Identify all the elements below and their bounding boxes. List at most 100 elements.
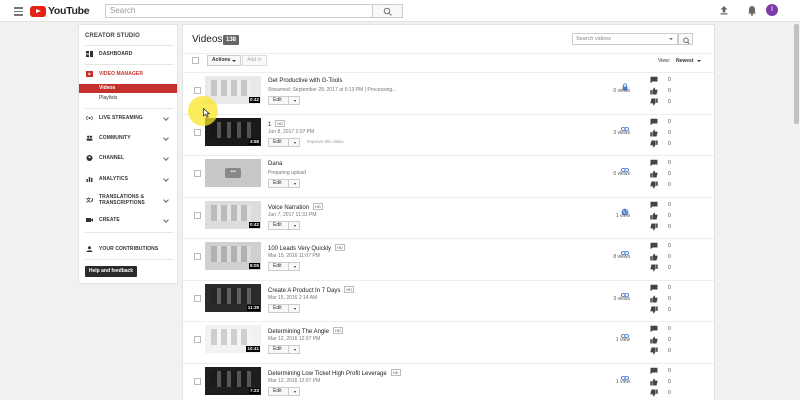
- video-checkbox[interactable]: [194, 170, 201, 177]
- edit-label: Edit: [273, 263, 282, 269]
- sidebar-subitem-videos[interactable]: Videos: [79, 84, 177, 93]
- video-checkbox[interactable]: [194, 128, 201, 136]
- search-icon: [383, 7, 392, 16]
- notifications-bell-icon[interactable]: [747, 5, 757, 16]
- privacy-status-icon[interactable]: [620, 327, 630, 338]
- video-title[interactable]: Voice Narration HD: [268, 202, 323, 211]
- privacy-status-icon[interactable]: [620, 286, 630, 297]
- privacy-status-icon[interactable]: [620, 244, 630, 255]
- chevron-down-icon[interactable]: [294, 224, 296, 227]
- sidebar-item-label: COMMUNITY: [99, 135, 131, 141]
- video-title[interactable]: Create A Product In 7 Days HD: [268, 285, 355, 294]
- video-thumbnail[interactable]: •••: [205, 159, 261, 187]
- edit-button[interactable]: Edit: [268, 262, 300, 271]
- video-title[interactable]: Get Productive with G-Tools: [268, 78, 342, 84]
- video-checkbox[interactable]: [194, 211, 201, 219]
- search-input[interactable]: Search: [105, 4, 373, 18]
- video-title[interactable]: 1 HD: [268, 119, 286, 128]
- chevron-down-icon[interactable]: [294, 100, 296, 102]
- sort-dropdown[interactable]: Newest: [676, 58, 701, 64]
- chevron-down-icon[interactable]: [294, 390, 296, 393]
- chevron-down-icon[interactable]: [294, 141, 296, 144]
- video-title-text[interactable]: 1: [268, 122, 271, 128]
- help-and-feedback-button[interactable]: Help and feedback: [85, 266, 137, 277]
- sidebar-item-translations[interactable]: 文A TRANSLATIONS & TRANSCRIPTIONS: [79, 192, 177, 208]
- sidebar-item-analytics[interactable]: ANALYTICS: [79, 173, 177, 185]
- chevron-down-icon[interactable]: [294, 266, 296, 268]
- divider: [183, 53, 714, 54]
- video-thumbnail[interactable]: 11:39: [205, 283, 261, 312]
- edit-button[interactable]: Edit: [268, 303, 300, 313]
- privacy-status-icon[interactable]: [620, 120, 630, 131]
- contributions-icon: [86, 246, 93, 252]
- sidebar-item-dashboard[interactable]: DASHBOARD: [79, 48, 177, 60]
- video-title[interactable]: Determining The Angle HD: [268, 327, 343, 335]
- menu-icon[interactable]: [14, 7, 23, 16]
- add-to-button[interactable]: Add to: [242, 55, 267, 66]
- chevron-down-icon[interactable]: [294, 307, 296, 310]
- page-scrollbar[interactable]: [793, 22, 800, 400]
- edit-button[interactable]: Edit: [268, 345, 300, 354]
- video-checkbox[interactable]: [194, 377, 201, 385]
- video-checkbox[interactable]: [194, 87, 201, 94]
- chevron-down-icon[interactable]: [294, 349, 296, 351]
- chevron-down-icon[interactable]: [294, 183, 296, 185]
- video-thumbnail[interactable]: 7:23: [205, 366, 261, 395]
- sidebar-item-create[interactable]: CREATE: [79, 214, 177, 226]
- view-count: 0 views: [613, 88, 630, 94]
- sidebar-item-your-contributions[interactable]: YOUR CONTRIBUTIONS: [79, 243, 177, 255]
- account-avatar[interactable]: I: [766, 4, 778, 16]
- scrollbar-thumb[interactable]: [794, 24, 799, 124]
- video-title-text[interactable]: Determining Low Ticket High Profit Lever…: [268, 371, 387, 377]
- video-title-text[interactable]: Voice Narration: [268, 205, 309, 211]
- video-title-text[interactable]: Get Productive with G-Tools: [268, 78, 342, 84]
- video-title[interactable]: Determining Low Ticket High Profit Lever…: [268, 368, 401, 377]
- edit-button[interactable]: Edit: [268, 220, 300, 230]
- comments-stat: 0: [650, 242, 680, 250]
- video-title-text[interactable]: Determining The Angle: [268, 329, 329, 335]
- thumbnail-content: [211, 80, 251, 96]
- privacy-status-icon[interactable]: [621, 203, 629, 215]
- community-icon: [86, 135, 93, 141]
- video-checkbox[interactable]: [194, 253, 201, 260]
- video-checkbox[interactable]: [194, 336, 201, 343]
- youtube-logo[interactable]: YouTube: [30, 5, 90, 17]
- edit-button[interactable]: Edit: [268, 386, 300, 396]
- search-videos-input[interactable]: Search videos: [572, 33, 678, 45]
- video-thumbnail[interactable]: 10:41: [205, 325, 261, 353]
- privacy-status-icon[interactable]: [620, 161, 630, 172]
- upload-icon[interactable]: [719, 5, 729, 15]
- video-row: 3:58 1 HD Jun 8, 2017 2:07 PM Edit Improve th…: [183, 113, 714, 155]
- dislike-count: 0: [668, 140, 671, 147]
- edit-button[interactable]: Edit: [268, 137, 300, 147]
- actions-dropdown[interactable]: Actions: [207, 55, 241, 66]
- select-all-checkbox[interactable]: [192, 57, 199, 64]
- sidebar-item-channel[interactable]: CHANNEL: [79, 152, 177, 164]
- edit-button[interactable]: Edit: [268, 179, 300, 188]
- sidebar-item-live-streaming[interactable]: LIVE STREAMING: [79, 112, 177, 124]
- chevron-down-icon[interactable]: [669, 38, 673, 40]
- video-checkbox[interactable]: [194, 294, 201, 302]
- privacy-status-icon[interactable]: [620, 369, 630, 380]
- privacy-status-icon[interactable]: [621, 78, 629, 91]
- improve-video-link[interactable]: Improve this video: [307, 139, 344, 144]
- video-title[interactable]: 100 Leads Very Quickly HD: [268, 244, 345, 252]
- video-title[interactable]: Dana: [268, 161, 282, 167]
- like-count: 0: [668, 171, 671, 177]
- edit-label: Edit: [273, 97, 282, 103]
- search-videos-button[interactable]: [678, 33, 693, 45]
- sidebar-item-community[interactable]: COMMUNITY: [79, 132, 177, 144]
- video-row: 0:42 Get Productive with G-Tools Streamed:…: [183, 72, 714, 113]
- sidebar-item-video-manager[interactable]: VIDEO MANAGER: [79, 68, 177, 80]
- video-thumbnail[interactable]: 0:42: [205, 200, 261, 229]
- like-count: 0: [668, 129, 671, 136]
- chevron-down-icon: [163, 155, 169, 161]
- video-title-text[interactable]: 100 Leads Very Quickly: [268, 246, 331, 252]
- video-title-text[interactable]: Create A Product In 7 Days: [268, 288, 340, 294]
- search-button[interactable]: [373, 4, 403, 18]
- video-thumbnail[interactable]: 8:05: [205, 242, 261, 270]
- sidebar-subitem-playlists[interactable]: Playlists: [79, 94, 177, 103]
- edit-button[interactable]: Edit: [268, 96, 300, 105]
- video-title-text[interactable]: Dana: [268, 161, 282, 167]
- dislikes-stat: 0: [650, 264, 680, 272]
